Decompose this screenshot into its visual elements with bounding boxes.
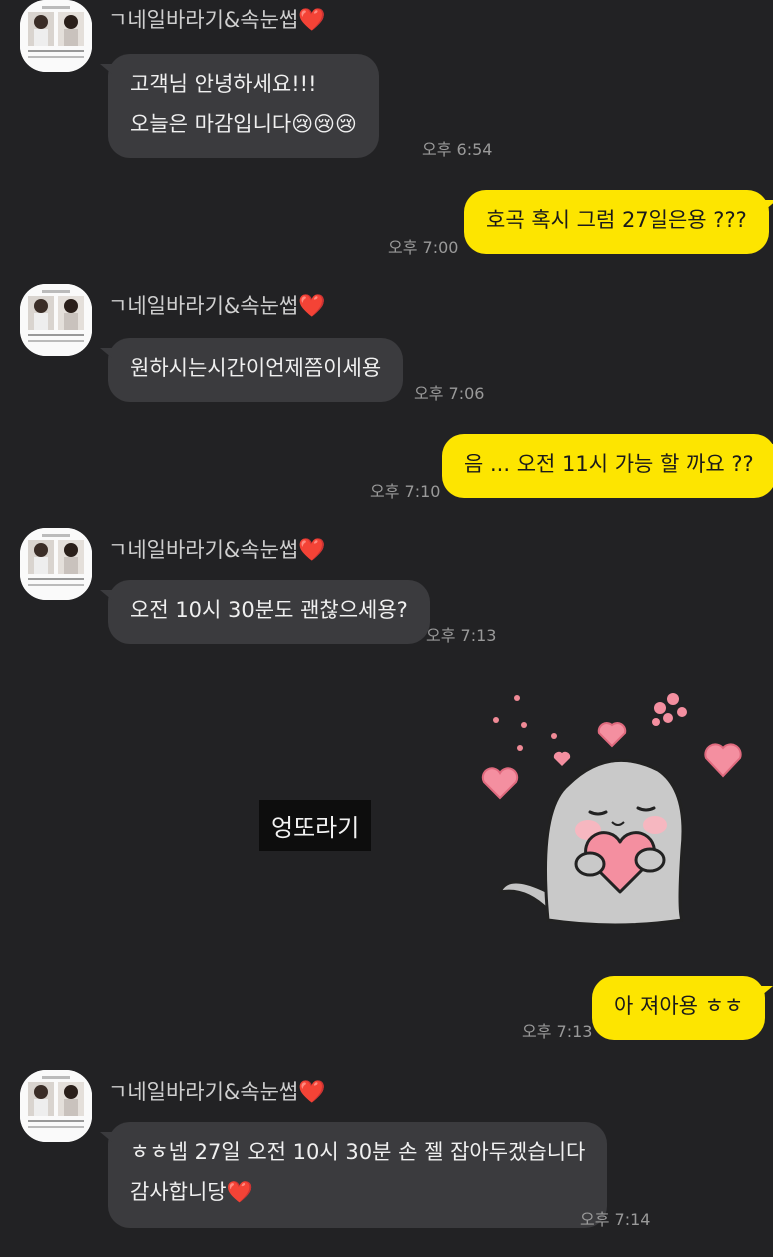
incoming-message[interactable]: 고객님 안녕하세요!!! 오늘은 마감입니다😢😢😢 [100,54,379,158]
contact-avatar[interactable] [20,284,92,356]
message-time: 오후 7:00 [388,238,459,257]
sticker-caption: 엉또라기 [259,800,372,851]
heart-emoji: ❤️ [298,294,326,319]
message-time: 오후 6:54 [422,140,493,159]
seal-hugging-heart-sticker-icon[interactable] [470,680,760,944]
heart-emoji: ❤️ [298,8,326,33]
sender-name: ㄱ네일바라기&속눈썹❤️ [108,4,326,34]
contact-avatar[interactable] [20,528,92,600]
message-time: 오후 7:14 [580,1210,651,1229]
sender-name-text: ㄱ네일바라기&속눈썹 [108,538,299,562]
sender-name: ㄱ네일바라기&속눈썹❤️ [108,1076,326,1106]
message-line: 오전 10시 30분도 괜찮으세용? [130,598,408,622]
sender-name: ㄱ네일바라기&속눈썹❤️ [108,534,326,564]
message-time: 오후 7:06 [414,384,485,403]
incoming-message[interactable]: 오전 10시 30분도 괜찮으세용? [100,580,430,644]
outgoing-message[interactable]: 음 ... 오전 11시 가능 할 까요 ?? [442,434,773,498]
heart-emoji: ❤️ [298,1080,326,1105]
outgoing-message[interactable]: 호곡 혹시 그럼 27일은용 ??? [464,190,773,254]
incoming-message[interactable]: ㅎㅎ넵 27일 오전 10시 30분 손 젤 잡아두겠습니다 감사합니당❤️ [99,1122,608,1228]
contact-avatar[interactable] [20,1070,92,1142]
contact-avatar[interactable] [20,0,92,72]
message-line: 오늘은 마감입니다😢😢😢 [130,112,357,136]
message-line: ㅎㅎ넵 27일 오전 10시 30분 손 젤 잡아두겠습니다 [130,1140,586,1164]
message-line: 고객님 안녕하세요!!! [130,72,317,96]
message-line: 감사합니당❤️ [130,1180,253,1204]
sender-name: ㄱ네일바라기&속눈썹❤️ [108,290,326,320]
sender-name-text: ㄱ네일바라기&속눈썹 [108,1080,299,1104]
chat-view[interactable]: ㄱ네일바라기&속눈썹❤️ 고객님 안녕하세요!!! 오늘은 마감입니다😢😢😢 오… [0,0,773,1257]
outgoing-message[interactable]: 아 져아용 ㅎㅎ [592,976,773,1040]
message-time: 오후 7:13 [426,626,497,645]
message-time: 오후 7:10 [370,482,441,501]
heart-emoji: ❤️ [298,538,326,563]
sender-name-text: ㄱ네일바라기&속눈썹 [108,8,299,32]
incoming-message[interactable]: 원하시는시간이언제쯤이세용 [99,338,404,402]
message-line: 원하시는시간이언제쯤이세용 [130,356,382,380]
message-line: 음 ... 오전 11시 가능 할 까요 ?? [464,452,754,476]
message-time: 오후 7:13 [522,1022,593,1041]
message-line: 호곡 혹시 그럼 27일은용 ??? [486,208,747,232]
sender-name-text: ㄱ네일바라기&속눈썹 [108,294,299,318]
message-line: 아 져아용 ㅎㅎ [614,994,744,1018]
